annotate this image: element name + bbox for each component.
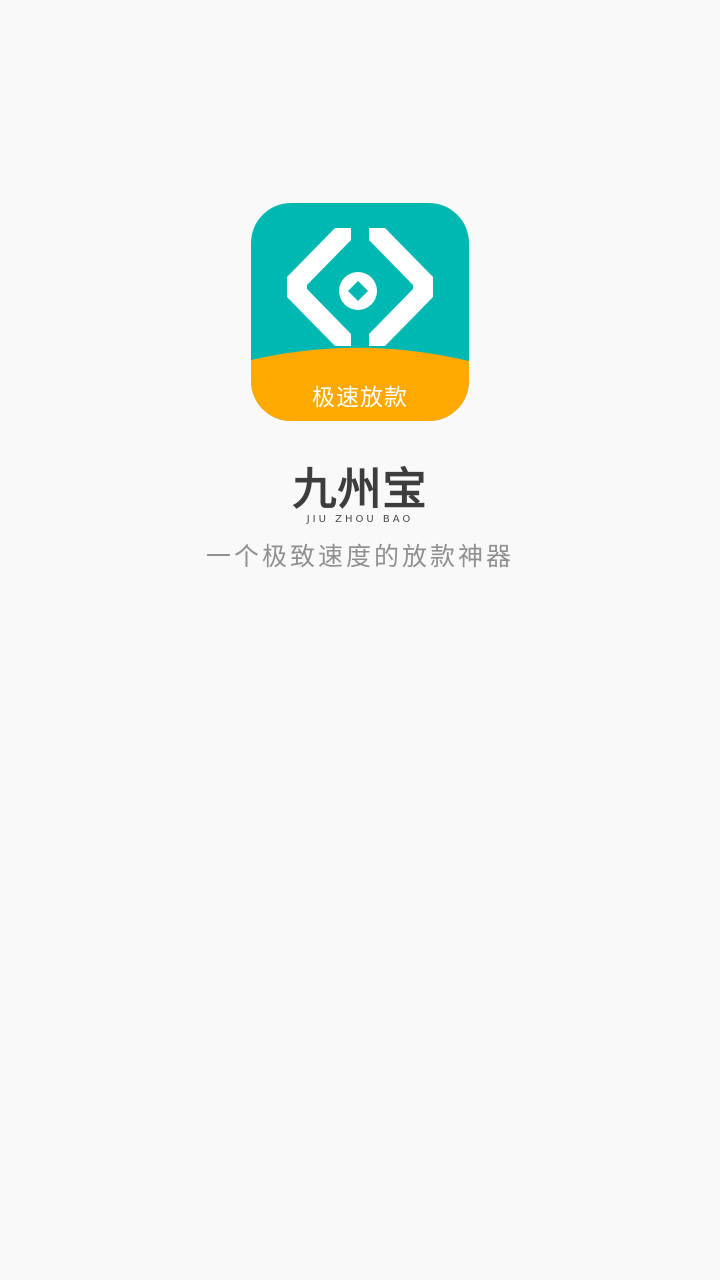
brand-name: 九州宝: [292, 464, 428, 515]
app-logo-icon: 极速放款: [251, 203, 469, 421]
splash-screen: 极速放款 九州宝 JIU ZHOU BAO 一个极致速度的放款神器: [0, 0, 720, 1280]
brand-pinyin: JIU ZHOU BAO: [306, 514, 414, 525]
app-icon-banner-label: 极速放款: [312, 385, 408, 411]
tagline: 一个极致速度的放款神器: [205, 542, 514, 571]
